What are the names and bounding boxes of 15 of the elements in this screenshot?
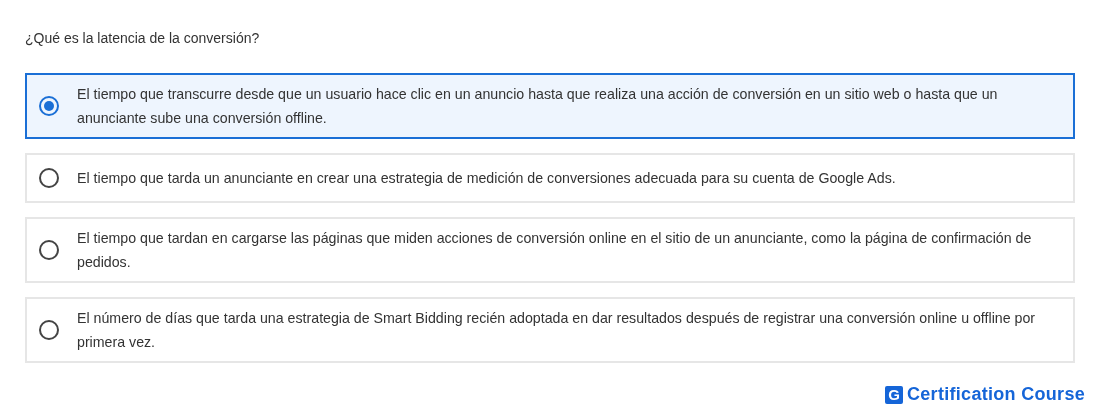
answer-option[interactable]: El tiempo que transcurre desde que un usuario hace clic en un anuncio hasta que realiza una acción de conversión en un sitio web o hasta que un anunciante sube una conversión offline. (25, 73, 1075, 139)
answer-text: El tiempo que transcurre desde que un usuario hace clic en un anuncio hasta que realiza una acción de conversión en un sitio web o hasta que un anunciante sube una conversión offline. (77, 85, 999, 128)
answer-option[interactable]: El tiempo que tardan en cargarse las páginas que miden acciones de conversión online en el sitio de un anunciante, como la página de confirmación de pedidos. (25, 217, 1075, 283)
brand-name: Certification Course (906, 384, 1085, 405)
radio-button[interactable] (39, 168, 59, 188)
radio-button[interactable] (39, 96, 59, 116)
answer-text: El tiempo que tarda un anunciante en crear una estrategia de medición de conversiones adecuada para su cuenta de Google Ads. (77, 169, 896, 188)
radio-button[interactable] (39, 320, 59, 340)
answer-option[interactable]: El número de días que tarda una estrategia de Smart Bidding recién adoptada en dar resultados después de registrar una conversión online u offline por primera vez. (25, 297, 1075, 363)
answer-text: El número de días que tarda una estrategia de Smart Bidding recién adoptada en dar resultados después de registrar una conversión online u offline por primera vez. (77, 309, 1036, 352)
answer-option[interactable]: El tiempo que tarda un anunciante en crear una estrategia de medición de conversiones adecuada para su cuenta de Google Ads. (25, 153, 1075, 203)
answer-text: El tiempo que tardan en cargarse las páginas que miden acciones de conversión online en el sitio de un anunciante, como la página de confirmación de pedidos. (77, 229, 1033, 272)
question-text: ¿Qué es la latencia de la conversión? (25, 29, 261, 48)
radio-button[interactable] (39, 240, 59, 260)
logo-mark: G (884, 385, 903, 404)
